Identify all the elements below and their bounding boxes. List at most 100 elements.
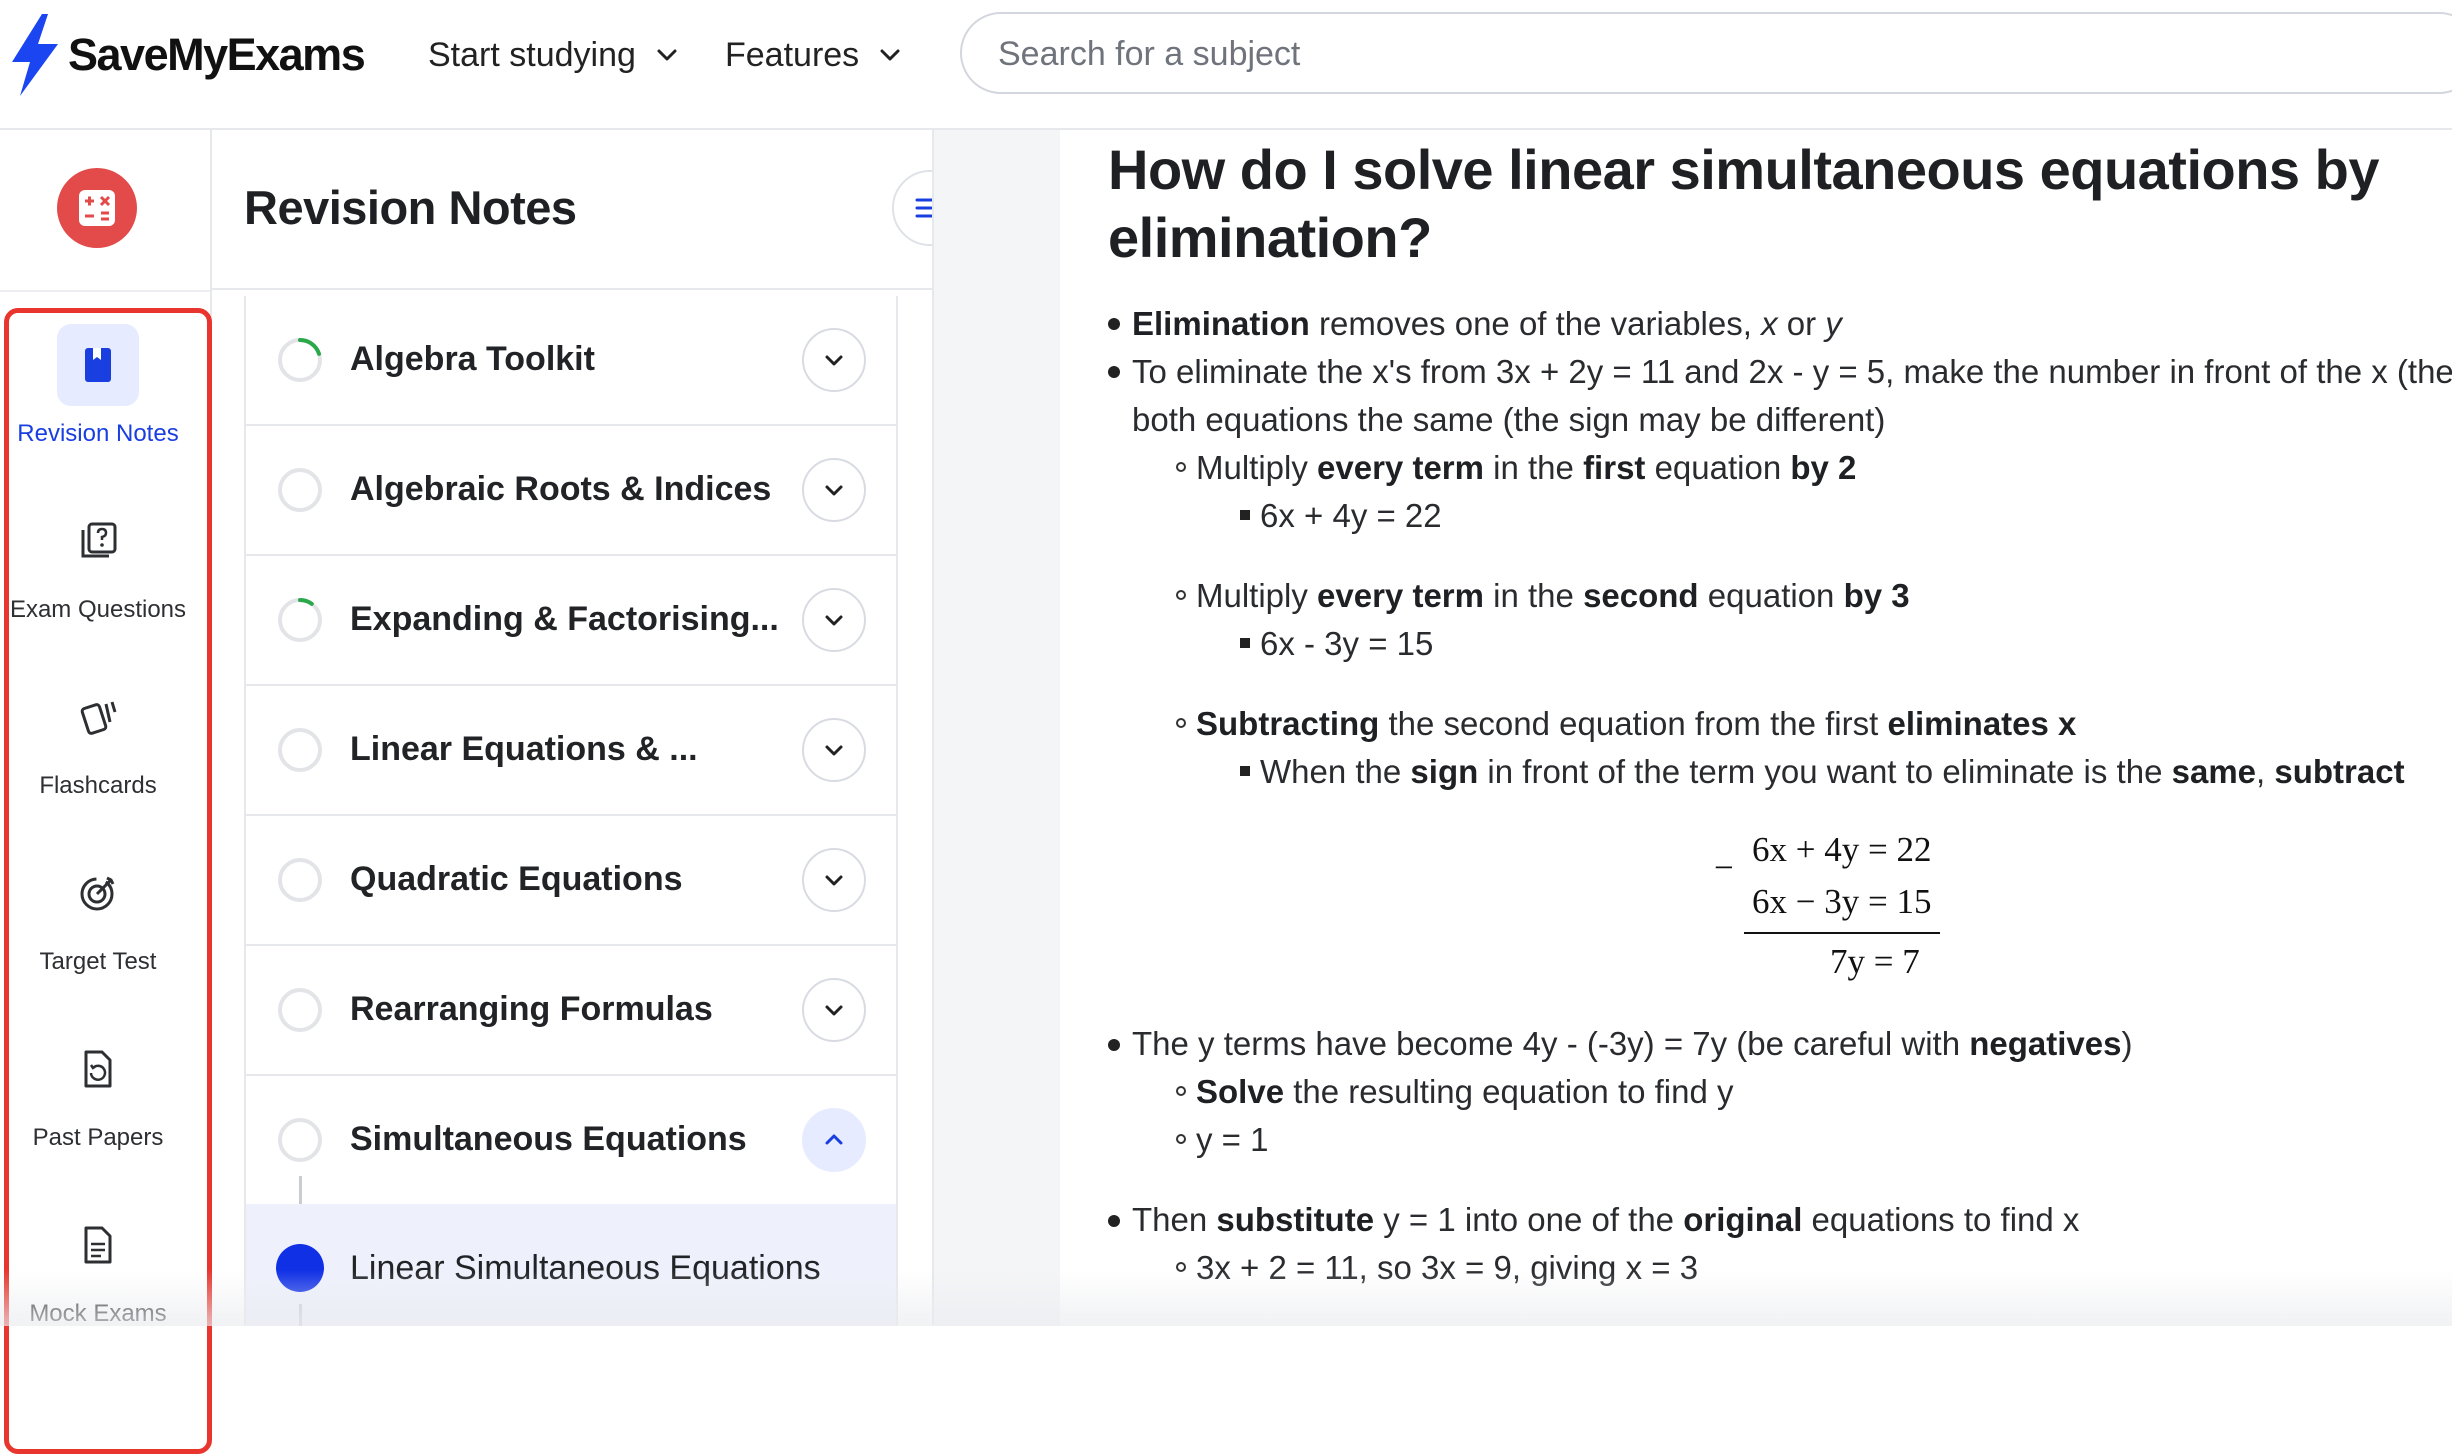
text-line: 3x + 2 = 11, so 3x = 9, giving x = 3 [1196, 1249, 1699, 1286]
topic-item[interactable]: Expanding & Factorising... [246, 556, 896, 686]
bullet [1176, 1134, 1186, 1144]
text-run: removes one of the variables, [1309, 305, 1762, 342]
nav-start-studying[interactable]: Start studying [428, 30, 680, 80]
rail-item-revision-notes[interactable]: Revision Notes [0, 324, 196, 448]
bold-term: Solve [1196, 1073, 1285, 1110]
progress-track [278, 858, 322, 902]
text-line: Elimination removes one of the variables… [1132, 300, 1842, 348]
text-run: y = 1 into one of the [1374, 1201, 1684, 1238]
rail-item-past-papers[interactable]: Past Papers [0, 1028, 196, 1152]
lightning-bolt-icon [12, 14, 58, 96]
italic-var: y [1825, 305, 1842, 342]
text-run: in the [1483, 577, 1584, 614]
bullet [1108, 366, 1120, 378]
search-bar[interactable] [960, 12, 2452, 94]
topic-label: Rearranging Formulas [350, 990, 713, 1028]
bold-term: Elimination [1132, 305, 1310, 342]
topic-item[interactable]: Algebraic Roots & Indices [246, 426, 896, 556]
text-run: Multiply [1196, 449, 1318, 486]
bold-term: second [1583, 577, 1699, 614]
topic-item-expanded[interactable]: Simultaneous Equations [246, 1076, 896, 1208]
rail-item-mock-exams[interactable]: Mock Exams [0, 1204, 196, 1328]
topic-item[interactable]: Algebra Toolkit [246, 296, 896, 426]
bold-term: Subtracting [1196, 705, 1380, 742]
question-card-icon [57, 500, 139, 582]
text-run: in front of the term you want to elimina… [1478, 753, 2172, 790]
bullet [1240, 638, 1250, 648]
progress-ring-icon [278, 988, 322, 1032]
topic-item[interactable]: Linear Equations & ... [246, 686, 896, 816]
text-run: Multiply [1196, 577, 1318, 614]
active-dot-icon [276, 1244, 324, 1292]
expand-button[interactable] [802, 328, 866, 392]
bold-term: negatives [1969, 1025, 2122, 1062]
rail-item-label: Past Papers [32, 1124, 164, 1151]
bullet [1176, 718, 1186, 728]
chevron-down-icon [825, 355, 843, 366]
subject-badge[interactable] [57, 168, 137, 248]
revision-notes-panel: Revision Notes Algebra Toolkit Algebraic… [212, 130, 968, 1326]
progress-ring-icon [278, 468, 322, 512]
text-line: 6x + 4y = 22 [1260, 497, 1442, 534]
bullet [1176, 590, 1186, 600]
flashcards-icon [57, 676, 139, 758]
bold-term: eliminates x [1887, 705, 2077, 742]
logo-text: SaveMyExams [68, 29, 366, 80]
topic-item[interactable]: Quadratic Equations [246, 816, 896, 946]
content-gutter [934, 130, 1060, 1326]
bold-term: every term [1317, 449, 1484, 486]
expand-button[interactable] [802, 588, 866, 652]
rail-divider [0, 290, 210, 292]
topic-item[interactable]: Rearranging Formulas [246, 946, 896, 1076]
text-line: To eliminate the x's from 3x + 2y = 11 a… [1132, 353, 2452, 390]
text-run: equation [1698, 577, 1844, 614]
italic-var: x [1761, 305, 1778, 342]
chevron-down-icon [825, 745, 843, 756]
rail-item-exam-questions[interactable]: Exam Questions [0, 500, 196, 624]
text-run: the resulting equation to find y [1284, 1073, 1734, 1110]
topic-label: Quadratic Equations [350, 860, 683, 898]
rail-item-label: Target Test [39, 948, 157, 975]
expand-button[interactable] [802, 718, 866, 782]
bullet [1108, 318, 1120, 330]
bold-term: sign [1410, 753, 1479, 790]
search-input[interactable] [996, 28, 2300, 80]
progress-track [278, 598, 322, 642]
bold-term: substitute [1216, 1201, 1375, 1238]
bold-term: by 2 [1790, 449, 1857, 486]
rail-item-label: Exam Questions [9, 596, 187, 623]
expand-button[interactable] [802, 978, 866, 1042]
panel-title: Revision Notes [244, 181, 577, 234]
bullet [1176, 1262, 1186, 1272]
logo[interactable]: SaveMyExams [8, 14, 366, 96]
math-result: 7y = 7 [1830, 942, 1920, 981]
panel-separator [212, 288, 934, 290]
text-run: or [1777, 305, 1826, 342]
progress-ring-icon [278, 1118, 322, 1162]
collapse-button[interactable] [802, 1108, 866, 1172]
text-line: Solve the resulting equation to find y [1196, 1068, 1734, 1116]
text-line: Then substitute y = 1 into one of the or… [1132, 1196, 2079, 1244]
topic-label: Linear Equations & ... [350, 730, 698, 768]
chevron-down-icon [825, 485, 843, 496]
topic-label: Simultaneous Equations [350, 1120, 747, 1158]
expand-button[interactable] [802, 458, 866, 522]
nav-features[interactable]: Features [725, 30, 903, 80]
text-run: The y terms have become 4y - (-3y) = 7y … [1132, 1025, 1970, 1062]
topic-label: Algebra Toolkit [350, 340, 595, 378]
rail-item-flashcards[interactable]: Flashcards [0, 676, 196, 800]
top-header: SaveMyExams Start studying Features [0, 0, 2452, 130]
bullet [1240, 766, 1250, 776]
bullet [1108, 1039, 1120, 1051]
math-equation-2: 6x − 3y = 15 [1752, 882, 1932, 921]
subtopic-item-active[interactable]: Linear Simultaneous Equations [246, 1204, 896, 1326]
rail-item-target-test[interactable]: Target Test [0, 852, 196, 976]
expand-button[interactable] [802, 848, 866, 912]
progress-ring-icon [278, 728, 322, 772]
progress-ring-icon [278, 338, 322, 382]
text-line: Subtracting the second equation from the… [1196, 700, 2076, 748]
text-run: Then [1132, 1201, 1217, 1238]
target-icon [57, 852, 139, 934]
topic-list: Algebra Toolkit Algebraic Roots & Indice… [244, 296, 898, 1326]
text-run: the second equation from the first [1379, 705, 1888, 742]
